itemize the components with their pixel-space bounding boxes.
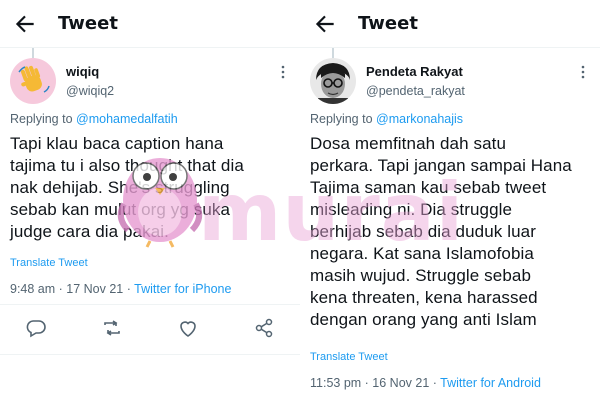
share-icon[interactable] bbox=[252, 316, 276, 340]
like-icon[interactable] bbox=[176, 316, 200, 340]
avatar[interactable] bbox=[10, 58, 56, 104]
action-bar bbox=[0, 316, 300, 340]
retweet-icon[interactable] bbox=[100, 316, 124, 340]
thread-line bbox=[332, 48, 334, 58]
translate-tweet-link[interactable]: Translate Tweet bbox=[310, 351, 388, 363]
reply-mention-link[interactable]: @markonahajis bbox=[376, 112, 463, 126]
avatar[interactable] bbox=[310, 58, 356, 104]
reply-prefix: Replying to bbox=[310, 112, 373, 126]
tweet-text: Dosa memfitnah dah satu perkara. Tapi ja… bbox=[310, 133, 596, 331]
more-icon[interactable] bbox=[578, 64, 588, 80]
divider bbox=[0, 304, 300, 305]
tweet-text-line: judge cara dia pakai. bbox=[10, 222, 169, 241]
tweet-text-line: kena threaten, kena harassed bbox=[310, 288, 538, 307]
profile-photo bbox=[310, 58, 356, 104]
top-bar: Tweet bbox=[0, 0, 300, 48]
tweet-panel-right: Tweet Pendeta Rakyat @pendeta_rakyat Rep… bbox=[300, 0, 600, 400]
top-bar: Tweet bbox=[300, 0, 600, 48]
timestamp[interactable]: 11:53 pm · 16 Nov 21 · bbox=[310, 376, 437, 390]
waving-hand-icon bbox=[10, 58, 56, 104]
tweet-text-line: misleading ni. Dia struggle bbox=[310, 200, 513, 219]
divider bbox=[0, 354, 300, 355]
tweet-meta: 11:53 pm · 16 Nov 21 · Twitter for Andro… bbox=[310, 376, 541, 390]
tweet-text-line: Dosa memfitnah dah satu bbox=[310, 134, 507, 153]
page-title: Tweet bbox=[58, 13, 118, 34]
tweet-text-line: nak dehijab. She's struggling bbox=[10, 178, 230, 197]
replying-to: Replying to @mohamedalfatih bbox=[10, 112, 178, 126]
tweet-text-line: berhijab sebab dia duduk luar bbox=[310, 222, 536, 241]
back-arrow-icon[interactable] bbox=[12, 11, 38, 37]
tweet-text: Tapi klau baca caption hana tajima tu i … bbox=[10, 133, 296, 243]
author-name[interactable]: Pendeta Rakyat bbox=[366, 64, 463, 79]
tweet-text-line: negara. Kat sana Islamofobia bbox=[310, 244, 534, 263]
tweet-text-line: perkara. Tapi jangan sampai Hana bbox=[310, 156, 572, 175]
source-link[interactable]: Twitter for Android bbox=[440, 376, 541, 390]
tweet-text-line: Tapi klau baca caption hana bbox=[10, 134, 224, 153]
tweet-text-line: Tajima saman kau sebab tweet bbox=[310, 178, 547, 197]
more-icon[interactable] bbox=[278, 64, 288, 80]
source-link[interactable]: Twitter for iPhone bbox=[134, 282, 231, 296]
tweet-text-line: tajima tu i also thought that dia bbox=[10, 156, 244, 175]
timestamp[interactable]: 9:48 am · 17 Nov 21 · bbox=[10, 282, 131, 296]
reply-icon[interactable] bbox=[24, 316, 48, 340]
author-handle[interactable]: @wiqiq2 bbox=[66, 84, 114, 98]
tweet-meta: 9:48 am · 17 Nov 21 · Twitter for iPhone bbox=[10, 282, 231, 296]
author-name[interactable]: wiqiq bbox=[66, 64, 99, 79]
replying-to: Replying to @markonahajis bbox=[310, 112, 463, 126]
back-arrow-icon[interactable] bbox=[312, 11, 338, 37]
tweet-text-line: masih wujud. Struggle sebab bbox=[310, 266, 531, 285]
tweet-text-line: sebab kan mulut org yg suka bbox=[10, 200, 231, 219]
author-handle[interactable]: @pendeta_rakyat bbox=[366, 84, 465, 98]
reply-mention-link[interactable]: @mohamedalfatih bbox=[76, 112, 178, 126]
page-title: Tweet bbox=[358, 13, 418, 34]
thread-line bbox=[32, 48, 34, 58]
tweet-text-line: dengan orang yang anti Islam bbox=[310, 310, 537, 329]
reply-prefix: Replying to bbox=[10, 112, 73, 126]
translate-tweet-link[interactable]: Translate Tweet bbox=[10, 257, 88, 269]
tweet-panel-left: Tweet wiqiq @wiqiq2 Replying to @mohamed… bbox=[0, 0, 300, 400]
